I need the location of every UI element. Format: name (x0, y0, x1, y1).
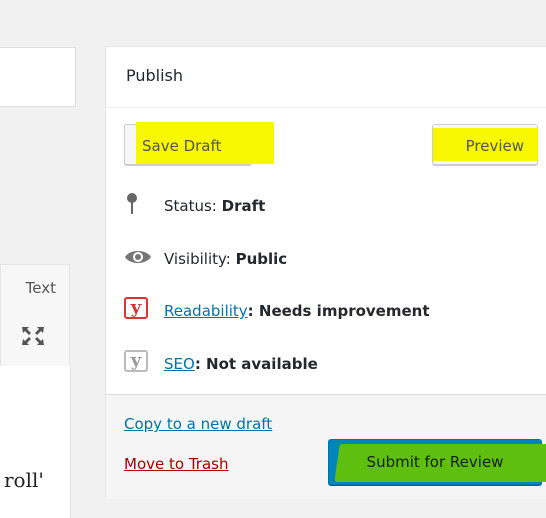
preview-label: Preview (465, 137, 524, 155)
eye-icon (124, 245, 152, 273)
seo-link[interactable]: SEO (164, 355, 195, 373)
editor-text-snippet: roll' (4, 468, 44, 492)
post-title-input[interactable] (0, 47, 76, 107)
editor-content-area[interactable] (0, 366, 71, 518)
save-draft-button[interactable]: Save Draft (124, 122, 274, 165)
visibility-label: Visibility: (164, 250, 236, 268)
distraction-free-button[interactable] (0, 310, 70, 366)
pin-icon (124, 192, 144, 220)
yoast-readability-icon: y (124, 297, 148, 319)
text-editor-tab[interactable]: Text (0, 264, 70, 310)
copy-to-draft-link[interactable]: Copy to a new draft (124, 415, 272, 433)
visibility-value: Public (235, 250, 288, 268)
save-draft-label: Save Draft (142, 137, 222, 155)
major-publishing-actions: Copy to a new draft Move to Trash Submit… (106, 394, 546, 499)
move-to-trash-link[interactable]: Move to Trash (124, 455, 228, 473)
publish-header[interactable]: Publish (106, 47, 546, 108)
readability-value: : Needs improvement (247, 302, 430, 320)
status-label: Status: (164, 197, 222, 215)
readability-link[interactable]: Readability (164, 302, 248, 320)
submit-label: Submit for Review (366, 453, 504, 471)
fullscreen-icon (22, 327, 44, 345)
yoast-seo-icon: y (124, 350, 148, 372)
submit-for-review-button[interactable]: Submit for Review (328, 439, 546, 485)
status-value: Draft (221, 197, 266, 215)
publish-title: Publish (126, 66, 184, 85)
preview-button[interactable]: Preview (432, 124, 538, 165)
seo-value: : Not available (194, 355, 318, 373)
publish-meta-box: Publish Save Draft Preview Status: Draft (105, 46, 546, 499)
